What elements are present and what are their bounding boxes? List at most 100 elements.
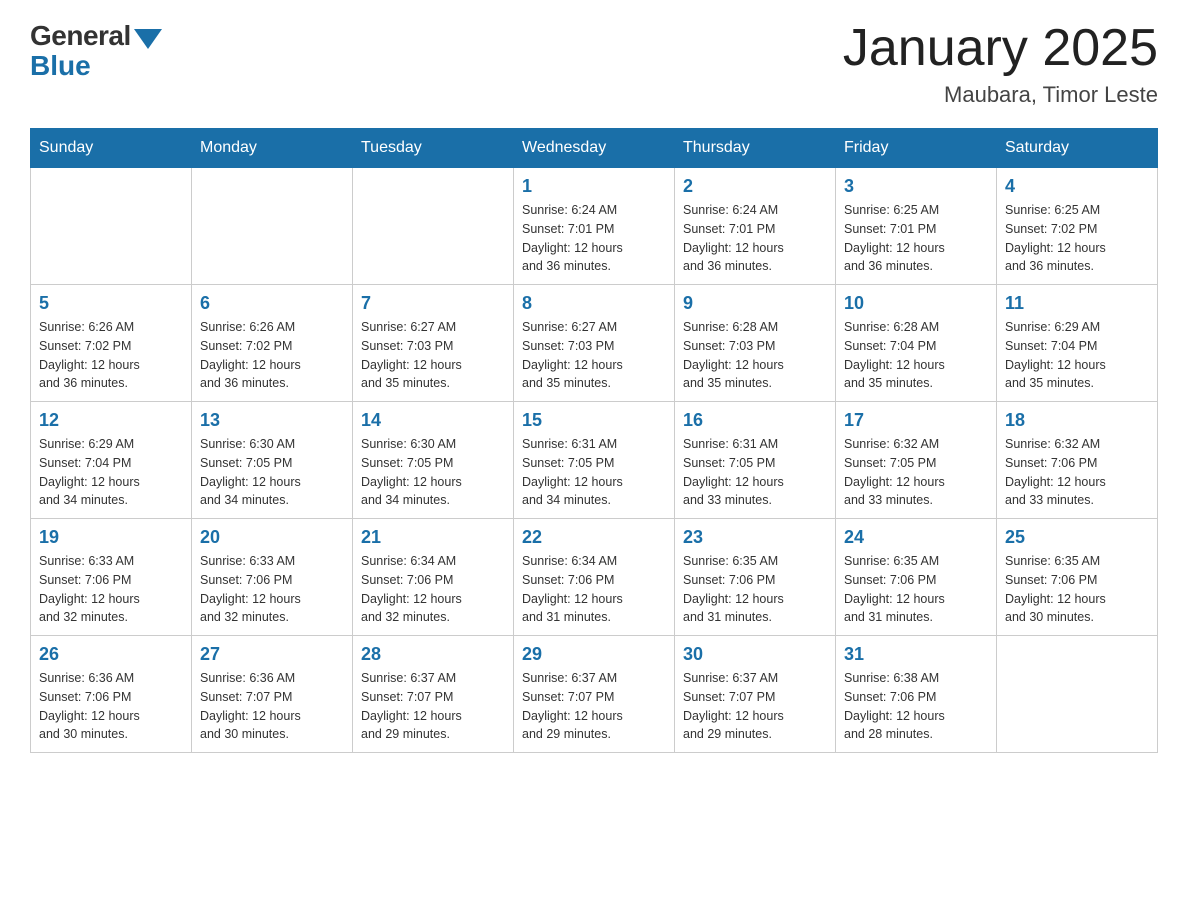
logo-general-text: General [30, 20, 131, 52]
weekday-header-monday: Monday [192, 129, 353, 168]
calendar-cell: 6 Sunrise: 6:26 AMSunset: 7:02 PMDaylight… [192, 285, 353, 402]
weekday-header-row: SundayMondayTuesdayWednesdayThursdayFrid… [31, 129, 1158, 168]
calendar-week-5: 26 Sunrise: 6:36 AMSunset: 7:06 PMDayligh… [31, 636, 1158, 753]
day-number: 24 [844, 527, 988, 548]
calendar-week-1: 1 Sunrise: 6:24 AMSunset: 7:01 PMDaylight… [31, 168, 1158, 285]
day-info: Sunrise: 6:30 AMSunset: 7:05 PMDaylight:… [200, 435, 344, 510]
calendar-cell: 27 Sunrise: 6:36 AMSunset: 7:07 PMDayligh… [192, 636, 353, 753]
calendar-cell: 3 Sunrise: 6:25 AMSunset: 7:01 PMDaylight… [836, 168, 997, 285]
day-number: 22 [522, 527, 666, 548]
logo: General Blue [30, 20, 162, 82]
day-info: Sunrise: 6:24 AMSunset: 7:01 PMDaylight:… [683, 201, 827, 276]
logo-triangle-icon [134, 29, 162, 49]
day-info: Sunrise: 6:32 AMSunset: 7:06 PMDaylight:… [1005, 435, 1149, 510]
weekday-header-wednesday: Wednesday [514, 129, 675, 168]
calendar-cell: 1 Sunrise: 6:24 AMSunset: 7:01 PMDaylight… [514, 168, 675, 285]
calendar-cell: 14 Sunrise: 6:30 AMSunset: 7:05 PMDayligh… [353, 402, 514, 519]
day-info: Sunrise: 6:29 AMSunset: 7:04 PMDaylight:… [1005, 318, 1149, 393]
weekday-header-saturday: Saturday [997, 129, 1158, 168]
day-number: 29 [522, 644, 666, 665]
day-info: Sunrise: 6:37 AMSunset: 7:07 PMDaylight:… [361, 669, 505, 744]
day-info: Sunrise: 6:31 AMSunset: 7:05 PMDaylight:… [522, 435, 666, 510]
calendar-cell [192, 168, 353, 285]
calendar-cell: 7Sunrise: 6:27 AMSunset: 7:03 PMDaylight… [353, 285, 514, 402]
calendar-cell [31, 168, 192, 285]
calendar-week-2: 5 Sunrise: 6:26 AMSunset: 7:02 PMDaylight… [31, 285, 1158, 402]
calendar-cell: 5 Sunrise: 6:26 AMSunset: 7:02 PMDaylight… [31, 285, 192, 402]
day-number: 7 [361, 293, 505, 314]
day-info: Sunrise: 6:33 AMSunset: 7:06 PMDaylight:… [200, 552, 344, 627]
day-info: Sunrise: 6:29 AMSunset: 7:04 PMDaylight:… [39, 435, 183, 510]
weekday-header-friday: Friday [836, 129, 997, 168]
day-number: 25 [1005, 527, 1149, 548]
calendar-cell: 2 Sunrise: 6:24 AMSunset: 7:01 PMDaylight… [675, 168, 836, 285]
day-number: 11 [1005, 293, 1149, 314]
day-number: 6 [200, 293, 344, 314]
day-info: Sunrise: 6:32 AMSunset: 7:05 PMDaylight:… [844, 435, 988, 510]
day-number: 23 [683, 527, 827, 548]
day-info: Sunrise: 6:28 AMSunset: 7:03 PMDaylight:… [683, 318, 827, 393]
calendar-cell [353, 168, 514, 285]
day-info: Sunrise: 6:25 AMSunset: 7:01 PMDaylight:… [844, 201, 988, 276]
day-number: 5 [39, 293, 183, 314]
day-number: 28 [361, 644, 505, 665]
day-info: Sunrise: 6:24 AMSunset: 7:01 PMDaylight:… [522, 201, 666, 276]
calendar-table: SundayMondayTuesdayWednesdayThursdayFrid… [30, 128, 1158, 753]
weekday-header-thursday: Thursday [675, 129, 836, 168]
day-info: Sunrise: 6:27 AMSunset: 7:03 PMDaylight:… [522, 318, 666, 393]
day-info: Sunrise: 6:35 AMSunset: 7:06 PMDaylight:… [844, 552, 988, 627]
day-number: 8 [522, 293, 666, 314]
day-number: 26 [39, 644, 183, 665]
day-number: 14 [361, 410, 505, 431]
day-info: Sunrise: 6:35 AMSunset: 7:06 PMDaylight:… [683, 552, 827, 627]
calendar-cell: 15Sunrise: 6:31 AMSunset: 7:05 PMDayligh… [514, 402, 675, 519]
day-number: 1 [522, 176, 666, 197]
calendar-cell: 18Sunrise: 6:32 AMSunset: 7:06 PMDayligh… [997, 402, 1158, 519]
calendar-cell: 4Sunrise: 6:25 AMSunset: 7:02 PMDaylight… [997, 168, 1158, 285]
day-number: 16 [683, 410, 827, 431]
day-info: Sunrise: 6:36 AMSunset: 7:07 PMDaylight:… [200, 669, 344, 744]
day-number: 2 [683, 176, 827, 197]
day-info: Sunrise: 6:37 AMSunset: 7:07 PMDaylight:… [683, 669, 827, 744]
day-number: 17 [844, 410, 988, 431]
day-info: Sunrise: 6:30 AMSunset: 7:05 PMDaylight:… [361, 435, 505, 510]
calendar-cell: 24 Sunrise: 6:35 AMSunset: 7:06 PMDayligh… [836, 519, 997, 636]
day-info: Sunrise: 6:34 AMSunset: 7:06 PMDaylight:… [361, 552, 505, 627]
day-info: Sunrise: 6:36 AMSunset: 7:06 PMDaylight:… [39, 669, 183, 744]
calendar-cell: 23 Sunrise: 6:35 AMSunset: 7:06 PMDayligh… [675, 519, 836, 636]
day-info: Sunrise: 6:33 AMSunset: 7:06 PMDaylight:… [39, 552, 183, 627]
day-number: 30 [683, 644, 827, 665]
day-number: 21 [361, 527, 505, 548]
calendar-cell: 13 Sunrise: 6:30 AMSunset: 7:05 PMDayligh… [192, 402, 353, 519]
calendar-cell: 28 Sunrise: 6:37 AMSunset: 7:07 PMDayligh… [353, 636, 514, 753]
day-info: Sunrise: 6:38 AMSunset: 7:06 PMDaylight:… [844, 669, 988, 744]
day-number: 31 [844, 644, 988, 665]
calendar-week-4: 19 Sunrise: 6:33 AMSunset: 7:06 PMDayligh… [31, 519, 1158, 636]
weekday-header-tuesday: Tuesday [353, 129, 514, 168]
logo-blue-text: Blue [30, 50, 91, 82]
day-info: Sunrise: 6:26 AMSunset: 7:02 PMDaylight:… [200, 318, 344, 393]
day-number: 9 [683, 293, 827, 314]
calendar-cell: 9 Sunrise: 6:28 AMSunset: 7:03 PMDaylight… [675, 285, 836, 402]
day-number: 19 [39, 527, 183, 548]
calendar-cell: 19 Sunrise: 6:33 AMSunset: 7:06 PMDayligh… [31, 519, 192, 636]
calendar-cell: 31 Sunrise: 6:38 AMSunset: 7:06 PMDayligh… [836, 636, 997, 753]
page-header: General Blue January 2025 Maubara, Timor… [30, 20, 1158, 108]
calendar-week-3: 12 Sunrise: 6:29 AMSunset: 7:04 PMDayligh… [31, 402, 1158, 519]
day-number: 12 [39, 410, 183, 431]
day-number: 3 [844, 176, 988, 197]
calendar-cell: 20Sunrise: 6:33 AMSunset: 7:06 PMDayligh… [192, 519, 353, 636]
day-info: Sunrise: 6:37 AMSunset: 7:07 PMDaylight:… [522, 669, 666, 744]
day-info: Sunrise: 6:26 AMSunset: 7:02 PMDaylight:… [39, 318, 183, 393]
day-number: 10 [844, 293, 988, 314]
weekday-header-sunday: Sunday [31, 129, 192, 168]
day-info: Sunrise: 6:34 AMSunset: 7:06 PMDaylight:… [522, 552, 666, 627]
calendar-cell: 12 Sunrise: 6:29 AMSunset: 7:04 PMDayligh… [31, 402, 192, 519]
calendar-cell: 21 Sunrise: 6:34 AMSunset: 7:06 PMDayligh… [353, 519, 514, 636]
calendar-cell: 30 Sunrise: 6:37 AMSunset: 7:07 PMDayligh… [675, 636, 836, 753]
day-number: 27 [200, 644, 344, 665]
calendar-cell: 26 Sunrise: 6:36 AMSunset: 7:06 PMDayligh… [31, 636, 192, 753]
day-number: 13 [200, 410, 344, 431]
calendar-cell: 16Sunrise: 6:31 AMSunset: 7:05 PMDayligh… [675, 402, 836, 519]
title-section: January 2025 Maubara, Timor Leste [843, 20, 1158, 108]
